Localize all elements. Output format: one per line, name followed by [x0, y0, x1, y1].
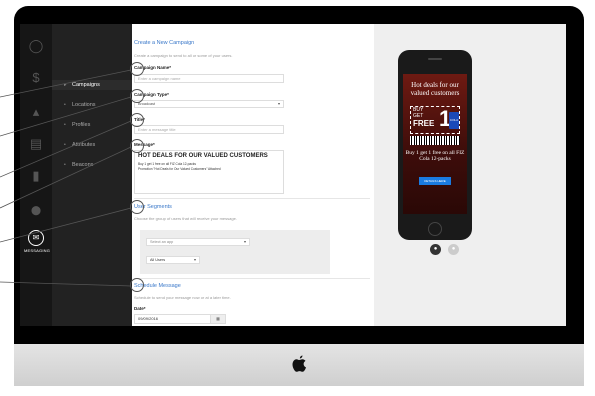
- laptop-chin: [14, 344, 584, 386]
- callout-line: [0, 281, 132, 287]
- callout-line: [0, 207, 132, 243]
- callout-line: [0, 146, 132, 209]
- callout-lines: [0, 69, 132, 287]
- apple-logo-icon: [292, 355, 306, 372]
- callout-line: [0, 120, 132, 178]
- callout-line: [0, 69, 132, 98]
- callout-line: [0, 96, 132, 137]
